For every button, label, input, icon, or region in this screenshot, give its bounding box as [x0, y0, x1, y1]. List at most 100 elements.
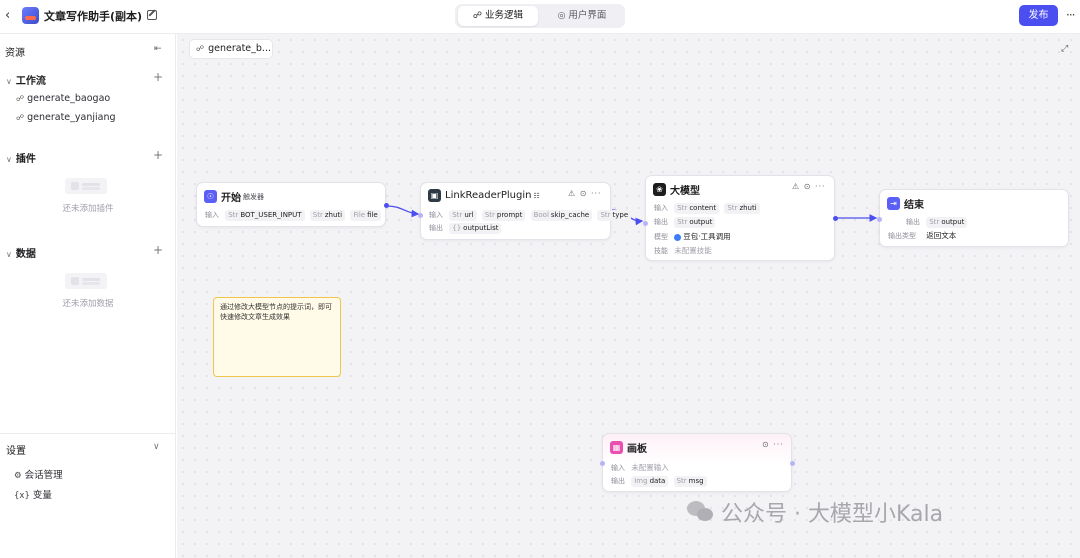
output-label: 输出: [654, 218, 668, 226]
collapse-sidebar-icon[interactable]: ⇤: [154, 44, 162, 54]
input-label: 输入: [654, 204, 668, 212]
add-data-button[interactable]: +: [153, 243, 163, 257]
tab-label: 用户界面: [568, 10, 607, 21]
model-label: 模型: [654, 233, 668, 241]
node-start[interactable]: ☉ 开始 触发器 输入 Str BOT_USER_INPUT Str zhuti Fil…: [196, 182, 389, 227]
input-label: 输入: [205, 211, 219, 219]
section-workflow[interactable]: ∨ 工作流: [6, 72, 46, 87]
app-icon: [22, 7, 39, 24]
section-plugins[interactable]: ∨ 插件: [6, 150, 36, 165]
node-header: ▣ LinkReaderPlugin ☷: [428, 189, 540, 203]
sidebar-title: 资源: [5, 48, 25, 59]
plugin-icon: ▣: [428, 189, 441, 202]
sidebar-item-label: generate_yanjiang: [27, 112, 116, 123]
chevron-down-icon[interactable]: ∨: [153, 442, 160, 452]
param-tag: Str type: [597, 210, 632, 221]
input-row: 输入 Str BOT_USER_INPUT Str zhuti File file: [205, 210, 384, 222]
param-tag: Str output: [674, 217, 716, 228]
node-title: 开始: [221, 193, 241, 204]
tab-business-logic[interactable]: ☍ 业务逻辑: [458, 6, 538, 26]
node-llm[interactable]: ❀ 大模型 ⚠ ⊙ ··· 输入 Str content Str zhuti 输出 S…: [643, 175, 838, 261]
node-title: 画板: [627, 444, 647, 455]
output-port[interactable]: [790, 461, 795, 466]
edit-icon[interactable]: [147, 10, 157, 20]
chevron-left-icon[interactable]: ‹: [5, 8, 19, 26]
param-tag: Bool skip_cache: [530, 210, 593, 221]
add-plugin-button[interactable]: +: [153, 148, 163, 162]
variable-icon: {x}: [14, 491, 30, 501]
output-row: 输出 {} outputList: [429, 223, 504, 235]
param-tag: Str output: [926, 217, 968, 228]
param-tag: Img data: [631, 476, 669, 487]
skill-label: 技能: [654, 247, 668, 255]
workflow-canvas[interactable]: ☍ generate_b... ⤢ ☉ 开始 触发器 输入 Str BOT_USER_I…: [177, 34, 1080, 558]
input-port[interactable]: [643, 221, 648, 226]
section-title: 插件: [15, 154, 36, 165]
sidebar-item-label: generate_baogao: [27, 93, 111, 104]
output-port[interactable]: [384, 203, 389, 208]
node-canvas-board[interactable]: ▦ 画板 ⊙ ··· 输入 未配置输入 输出 Img data Str msg: [600, 433, 795, 492]
sidebar-item-generate-baogao[interactable]: ☍ generate_baogao: [16, 93, 110, 104]
node-actions[interactable]: ⚠ ⊙ ···: [792, 182, 826, 191]
workflow-icon: ☍: [16, 113, 25, 122]
param-tag: Str zhuti: [724, 203, 760, 214]
workflow-icon: ☍: [16, 94, 25, 103]
node-title: LinkReaderPlugin: [445, 190, 532, 201]
input-row: 输入 Str url Str prompt Bool skip_cache Str ty…: [429, 210, 634, 222]
end-icon: ⇥: [887, 197, 900, 210]
input-port[interactable]: [600, 461, 605, 466]
plugin-info-icon: ☷: [533, 191, 540, 200]
output-label: 输出: [611, 477, 625, 485]
publish-button[interactable]: 发布: [1019, 5, 1058, 26]
watermark: 公众号 · 大模型小Kala: [687, 496, 943, 528]
top-bar: ‹ 文章写作助手(副本) ☍ 业务逻辑 ◎ 用户界面 发布 ···: [0, 0, 1080, 34]
resource-sidebar: 资源 ⇤ ∨ 工作流 + ☍ generate_baogao ☍ generate_y…: [0, 34, 176, 558]
node-header: ☉ 开始 触发器: [204, 189, 264, 204]
output-row: 输出 Str output: [654, 217, 718, 229]
sidebar-divider: [0, 433, 176, 434]
output-type-label: 输出类型: [888, 232, 916, 240]
chevron-down-icon: ∨: [6, 77, 12, 86]
node-actions[interactable]: ⊙ ···: [762, 440, 784, 449]
output-port[interactable]: [833, 216, 838, 221]
param-tag: Str prompt: [481, 210, 526, 221]
node-title: 结束: [904, 200, 924, 211]
add-workflow-button[interactable]: +: [153, 70, 163, 84]
settings-item-variables[interactable]: {x} 变量: [14, 487, 52, 501]
doubao-logo-icon: [674, 233, 682, 241]
app-title: 文章写作助手(副本): [44, 10, 143, 23]
output-label: 输出: [906, 218, 920, 226]
comment-note[interactable]: 通过修改大模型节点的提示词，即可快速修改文章生成效果: [213, 297, 341, 377]
output-type-value: 返回文本: [926, 231, 957, 240]
param-tag: Str msg: [673, 476, 707, 487]
chevron-down-icon: ∨: [6, 155, 12, 164]
tab-user-interface[interactable]: ◎ 用户界面: [543, 6, 621, 26]
settings-item-label: 变量: [32, 490, 52, 501]
settings-item-session[interactable]: ⚙ 会话管理: [14, 467, 63, 481]
edge-start-to-plugin: [386, 205, 420, 218]
input-port[interactable]: [877, 217, 882, 222]
output-row: 输出 Str output: [888, 217, 970, 229]
sidebar-item-generate-yanjiang[interactable]: ☍ generate_yanjiang: [16, 112, 116, 123]
node-actions[interactable]: ⚠ ⊙ ···: [568, 189, 602, 198]
more-icon[interactable]: ···: [1066, 8, 1076, 22]
skill-value: 未配置技能: [674, 246, 712, 255]
input-port[interactable]: [418, 213, 423, 218]
input-row: 输入 Str content Str zhuti: [654, 203, 763, 215]
trigger-badge: 触发器: [243, 192, 264, 201]
empty-plugin-text: 还未添加插件: [62, 204, 114, 214]
workflow-icon: ☍: [472, 11, 483, 21]
section-title: 工作流: [15, 76, 46, 87]
input-value: 未配置输入: [631, 463, 669, 472]
param-tag: Str content: [674, 203, 720, 214]
node-end[interactable]: ⇥ 结束 输出 Str output 输出类型 返回文本: [877, 189, 1069, 247]
empty-data-text: 还未添加数据: [62, 299, 114, 309]
board-icon: ▦: [610, 441, 623, 454]
settings-title[interactable]: 设置: [6, 442, 26, 457]
node-header: ⇥ 结束: [887, 196, 924, 211]
section-data[interactable]: ∨ 数据: [6, 245, 36, 260]
model-row: 模型 豆包·工具调用: [654, 231, 731, 243]
node-link-reader-plugin[interactable]: ▣ LinkReaderPlugin ☷ ⚠ ⊙ ··· 输入 Str url Str…: [418, 182, 632, 240]
node-header: ❀ 大模型: [653, 182, 700, 197]
chevron-down-icon: ∨: [6, 250, 12, 259]
